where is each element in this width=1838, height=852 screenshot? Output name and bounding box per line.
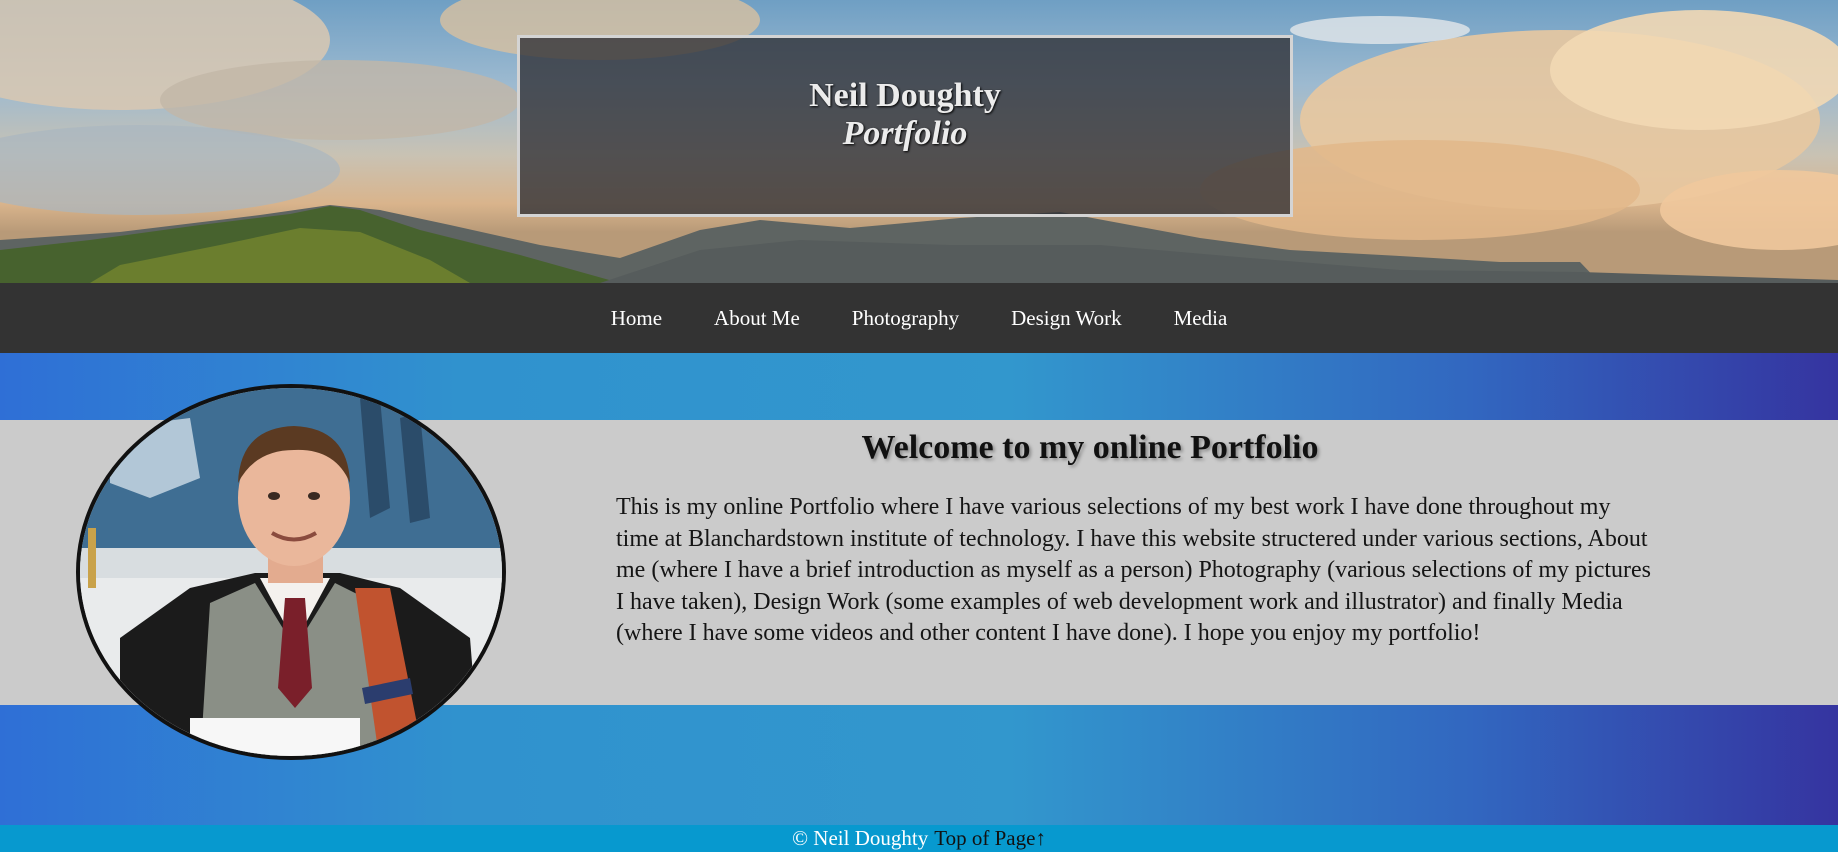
main-content: Welcome to my online Portfolio This is m… [0,353,1838,825]
welcome-heading: Welcome to my online Portfolio [861,429,1319,466]
page-footer: © Neil Doughty Top of Page↑ [0,825,1838,852]
site-title-subtitle: Portfolio [842,115,968,152]
profile-photo-illustration [80,388,502,756]
top-of-page-link[interactable]: Top of Page↑ [934,826,1046,851]
nav-item-photography[interactable]: Photography [852,306,959,331]
nav-item-media[interactable]: Media [1174,306,1228,331]
site-title-box: Neil Doughty Portfolio [517,35,1293,217]
intro-paragraph: This is my online Portfolio where I have… [616,494,1652,646]
nav-item-home[interactable]: Home [611,306,662,331]
main-nav: Home About Me Photography Design Work Me… [0,283,1838,353]
copyright-text: © Neil Doughty [792,826,929,850]
nav-item-design-work[interactable]: Design Work [1011,306,1122,331]
nav-item-about-me[interactable]: About Me [714,306,800,331]
site-title-name: Neil Doughty [809,77,1001,114]
header-hero: Neil Doughty Portfolio [0,0,1838,283]
profile-photo [76,384,506,760]
